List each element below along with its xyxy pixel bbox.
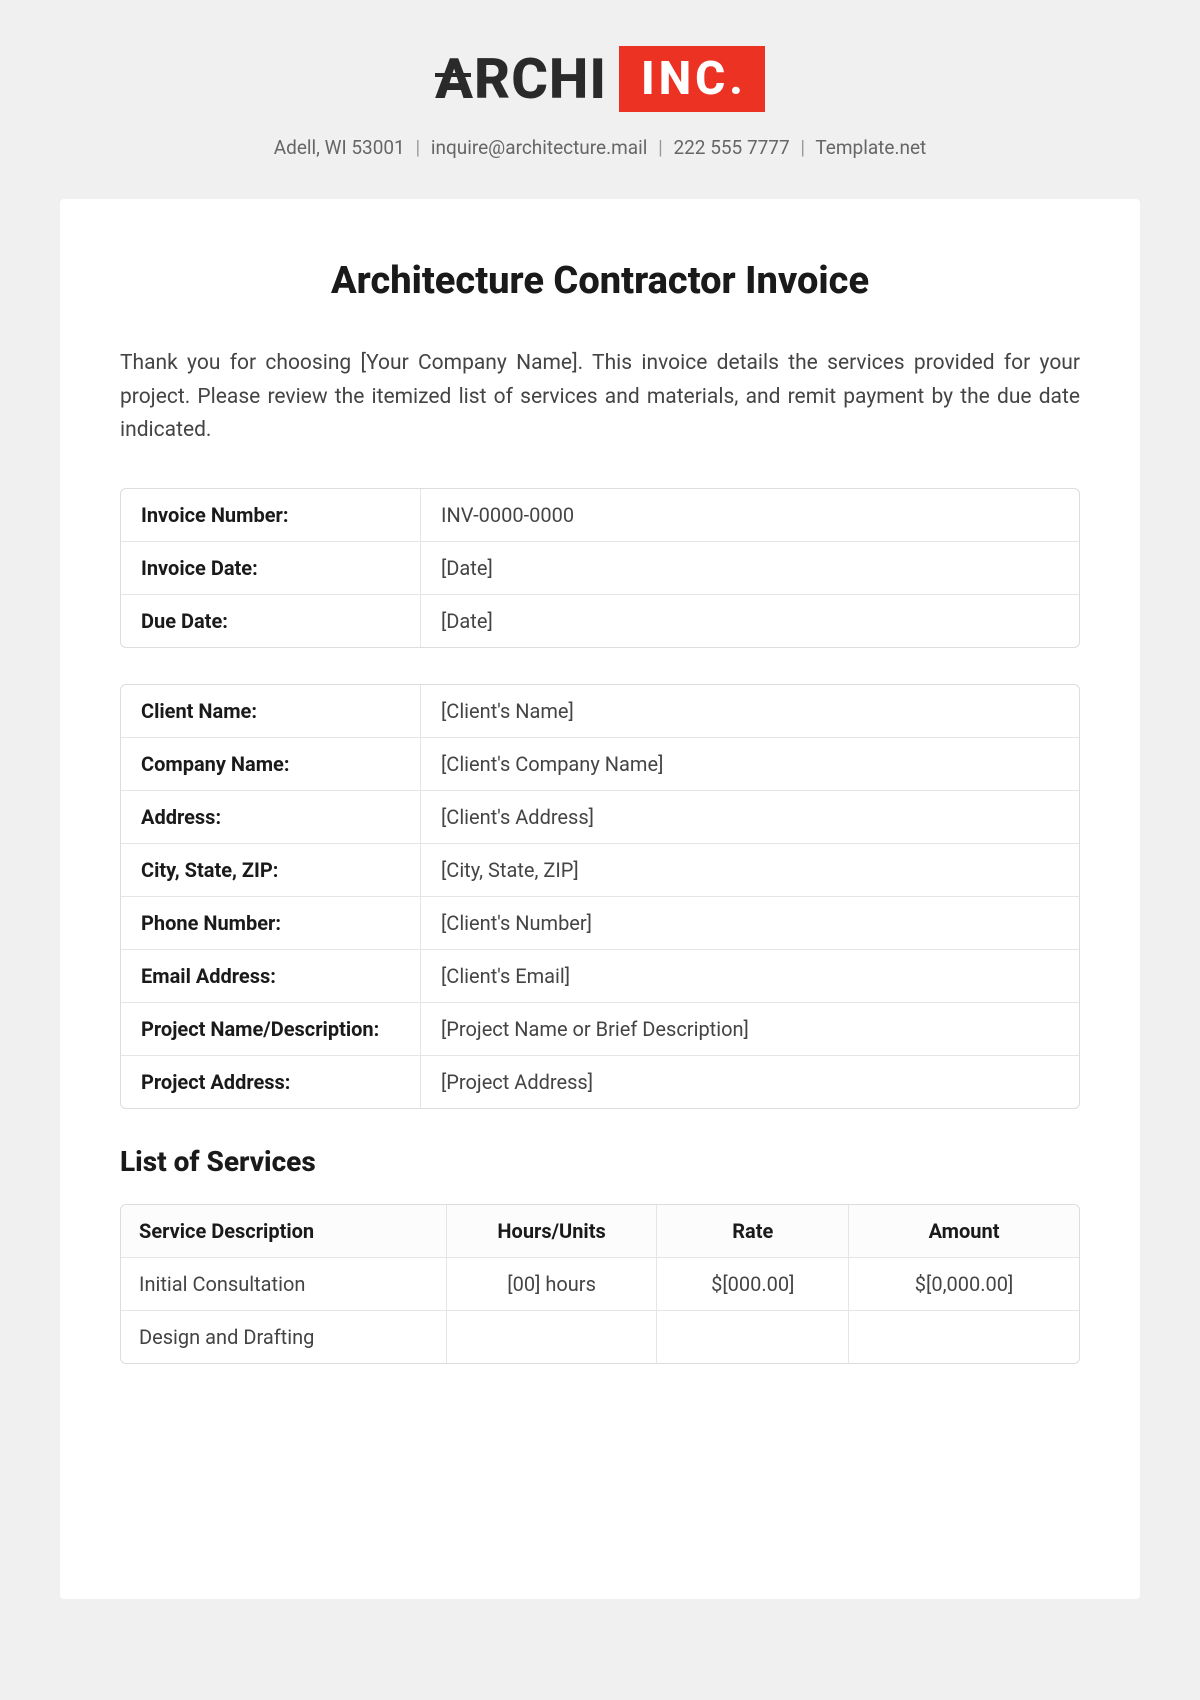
meta-value: [Client's Number] [421,897,1079,950]
meta-value: [Date] [421,595,1079,647]
table-row: Client Name: [Client's Name] [121,685,1079,738]
divider: | [800,136,805,159]
meta-label: Due Date: [121,595,421,647]
table-row: Due Date: [Date] [121,595,1079,647]
page-title: Architecture Contractor Invoice [120,259,1080,303]
meta-value: [Client's Company Name] [421,738,1079,791]
meta-label: Client Name: [121,685,421,738]
meta-label: City, State, ZIP: [121,844,421,897]
document-body: Architecture Contractor Invoice Thank yo… [60,199,1140,1599]
invoice-meta-table: Invoice Number: INV-0000-0000 Invoice Da… [120,488,1080,648]
cell-hours [447,1311,658,1363]
divider: | [658,136,663,159]
logo: ARCHI INC. [435,40,765,118]
contact-address: Adell, WI 53001 [274,136,405,159]
logo-text-left: ARCHI [435,46,607,112]
meta-label: Address: [121,791,421,844]
services-heading: List of Services [120,1145,1080,1178]
meta-label: Phone Number: [121,897,421,950]
col-header-desc: Service Description [121,1205,447,1258]
contact-email: inquire@architecture.mail [431,136,648,159]
cell-rate [657,1311,849,1363]
table-row: Design and Drafting [121,1311,1079,1363]
cell-rate: $[000.00] [657,1258,849,1311]
logo-text-right: INC. [619,46,765,112]
meta-label: Project Address: [121,1056,421,1108]
table-row: Invoice Date: [Date] [121,542,1079,595]
divider: | [415,136,420,159]
meta-label: Company Name: [121,738,421,791]
meta-value: INV-0000-0000 [421,489,1079,542]
col-header-amount: Amount [849,1205,1079,1258]
table-row: City, State, ZIP: [City, State, ZIP] [121,844,1079,897]
table-row: Phone Number: [Client's Number] [121,897,1079,950]
table-header-row: Service Description Hours/Units Rate Amo… [121,1205,1079,1258]
table-row: Project Name/Description: [Project Name … [121,1003,1079,1056]
table-row: Project Address: [Project Address] [121,1056,1079,1108]
meta-value: [Date] [421,542,1079,595]
meta-value: [Client's Email] [421,950,1079,1003]
meta-value: [Client's Name] [421,685,1079,738]
meta-value: [Client's Address] [421,791,1079,844]
cell-desc: Design and Drafting [121,1311,447,1363]
contact-site: Template.net [815,136,926,159]
table-row: Address: [Client's Address] [121,791,1079,844]
table-row: Invoice Number: INV-0000-0000 [121,489,1079,542]
table-row: Company Name: [Client's Company Name] [121,738,1079,791]
meta-value: [City, State, ZIP] [421,844,1079,897]
meta-value: [Project Name or Brief Description] [421,1003,1079,1056]
client-meta-table: Client Name: [Client's Name] Company Nam… [120,684,1080,1109]
letterhead: ARCHI INC. Adell, WI 53001 | inquire@arc… [0,0,1200,189]
cell-amount: $[0,000.00] [849,1258,1079,1311]
col-header-hours: Hours/Units [447,1205,658,1258]
cell-desc: Initial Consultation [121,1258,447,1311]
intro-text: Thank you for choosing [Your Company Nam… [120,347,1080,448]
contact-line: Adell, WI 53001 | inquire@architecture.m… [0,136,1200,159]
contact-phone: 222 555 7777 [673,136,789,159]
meta-label: Email Address: [121,950,421,1003]
table-row: Initial Consultation [00] hours $[000.00… [121,1258,1079,1311]
meta-label: Invoice Date: [121,542,421,595]
col-header-rate: Rate [657,1205,849,1258]
services-table: Service Description Hours/Units Rate Amo… [120,1204,1080,1364]
meta-label: Project Name/Description: [121,1003,421,1056]
meta-label: Invoice Number: [121,489,421,542]
cell-hours: [00] hours [447,1258,658,1311]
table-row: Email Address: [Client's Email] [121,950,1079,1003]
meta-value: [Project Address] [421,1056,1079,1108]
cell-amount [849,1311,1079,1363]
